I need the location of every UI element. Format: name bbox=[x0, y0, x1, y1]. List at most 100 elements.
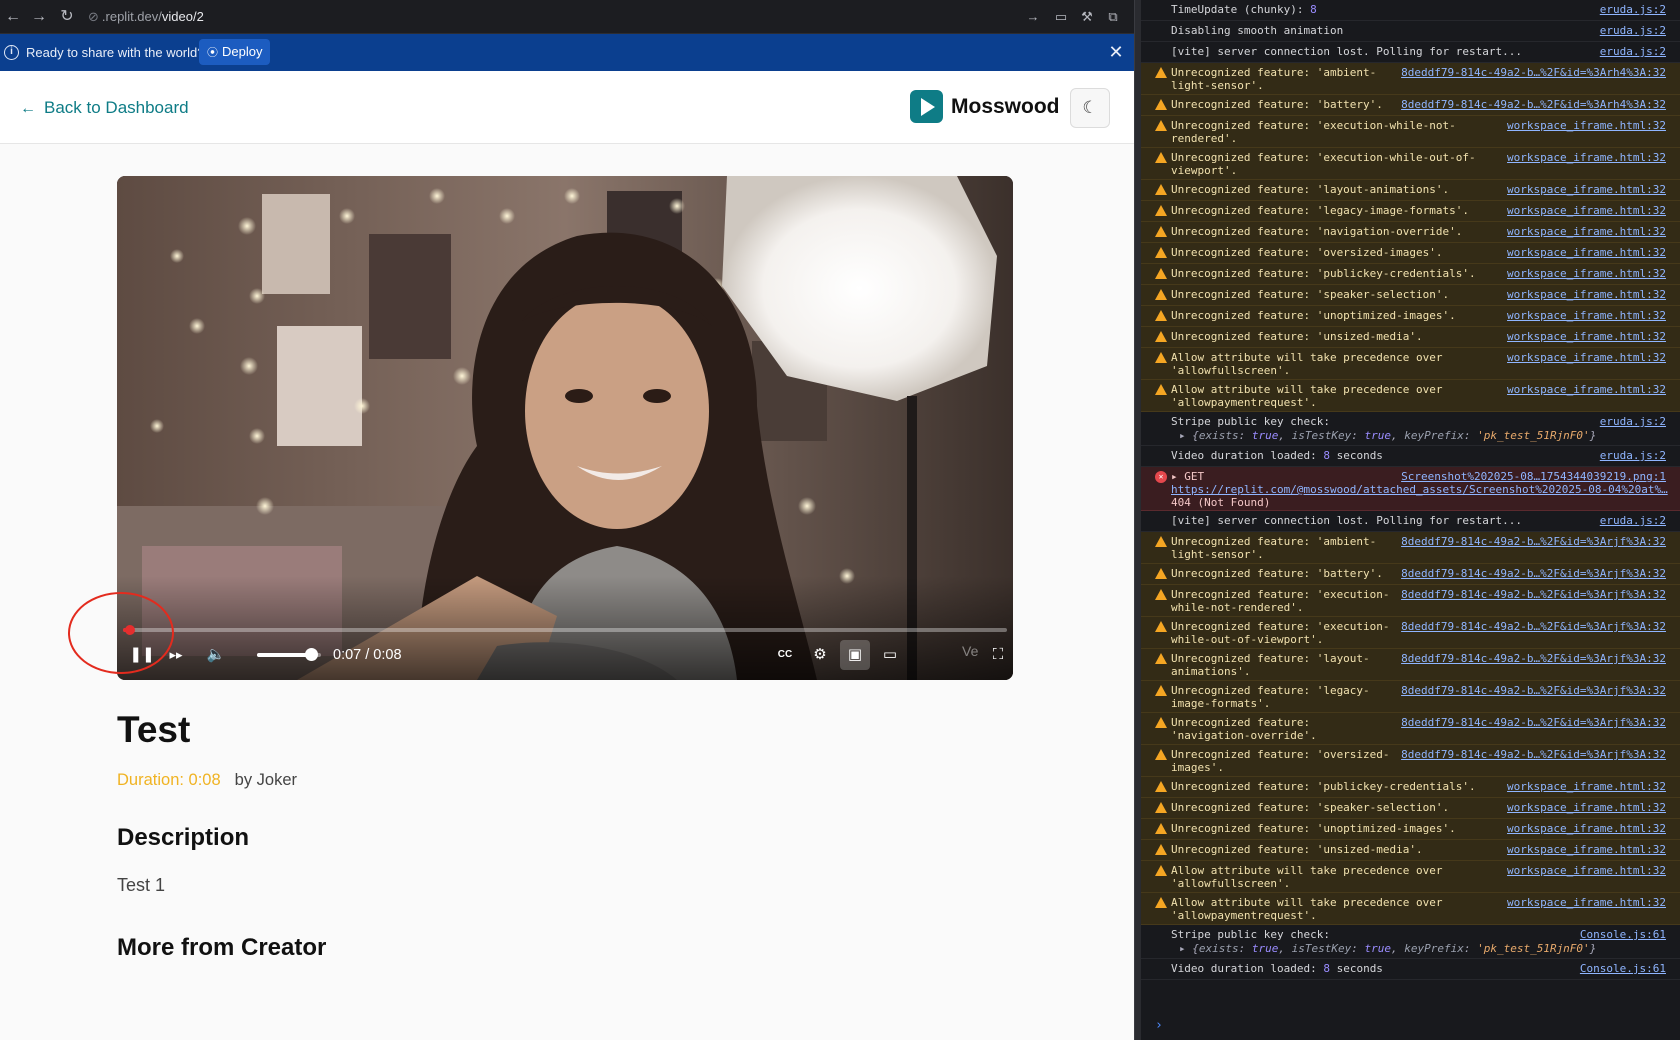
progress-scrubber[interactable] bbox=[125, 625, 136, 635]
console-source-link[interactable]: workspace_iframe.html:32 bbox=[1507, 309, 1666, 322]
console-source-link[interactable]: workspace_iframe.html:32 bbox=[1507, 204, 1666, 217]
console-source-link[interactable]: workspace_iframe.html:32 bbox=[1507, 119, 1666, 132]
console-message: Unrecognized feature: 'speaker-selection… bbox=[1171, 288, 1450, 301]
console-source-link[interactable]: workspace_iframe.html:32 bbox=[1507, 383, 1666, 396]
warning-icon bbox=[1155, 310, 1167, 321]
console-source-link[interactable]: eruda.js:2 bbox=[1600, 24, 1666, 37]
console-message: Allow attribute will take precedence ove… bbox=[1171, 351, 1443, 377]
console-source-link[interactable]: eruda.js:2 bbox=[1600, 45, 1666, 58]
pane-divider[interactable] bbox=[1134, 0, 1141, 1040]
console-source-link[interactable]: 8deddf79-814c-49a2-b…%2F&id=%3Arjf%3A:32 bbox=[1401, 684, 1666, 697]
console-object-punct: : bbox=[1238, 429, 1252, 442]
console-message: Disabling smooth animation bbox=[1171, 24, 1344, 37]
theater-mode-icon[interactable]: ▭ bbox=[875, 640, 905, 670]
console-row: Unrecognized feature: 'unsized-media'. wo… bbox=[1141, 840, 1680, 861]
console-object-preview[interactable]: ▸ {exists: true, isTestKey: true, keyPre… bbox=[1179, 942, 1596, 955]
video-meta: Duration: 0:08 by Joker bbox=[117, 769, 297, 791]
console-row: [vite] server connection lost. Polling f… bbox=[1141, 511, 1680, 532]
console-source-link[interactable]: Screenshot%202025-08…1754344039219.png:1 bbox=[1401, 470, 1666, 483]
console-row: ✕ ▸ GET Screenshot%202025-08…1754344039219… bbox=[1141, 467, 1680, 511]
captions-icon[interactable]: CC bbox=[770, 640, 800, 670]
browser-toolbar: ← → ↻ ⊘ .replit.dev/video/2 → ▭ ⚒ ⧉ bbox=[0, 0, 1134, 34]
creator-label[interactable]: by Joker bbox=[235, 771, 297, 789]
open-arrow-icon[interactable]: → bbox=[1020, 0, 1046, 34]
console-object-value: 'pk_test_51RjnF0' bbox=[1477, 429, 1590, 442]
console-prompt-icon[interactable]: › bbox=[1155, 1018, 1163, 1033]
console-object-preview[interactable]: ▸ {exists: true, isTestKey: true, keyPre… bbox=[1179, 429, 1596, 442]
console-source-link[interactable]: eruda.js:2 bbox=[1600, 415, 1666, 428]
console-source-link[interactable]: Console.js:61 bbox=[1580, 928, 1666, 941]
volume-slider[interactable] bbox=[257, 648, 321, 661]
reload-icon[interactable]: ↻ bbox=[54, 0, 80, 34]
console-message: Unrecognized feature: 'ambient- light-se… bbox=[1171, 535, 1377, 561]
console-row: Unrecognized feature: 'layout-animations… bbox=[1141, 180, 1680, 201]
console-source-link[interactable]: workspace_iframe.html:32 bbox=[1507, 780, 1666, 793]
deploy-button-label: Deploy bbox=[222, 44, 263, 59]
console-source-link[interactable]: workspace_iframe.html:32 bbox=[1507, 351, 1666, 364]
devices-icon[interactable]: ▭ bbox=[1048, 0, 1074, 34]
console-number: 8 bbox=[1323, 962, 1330, 975]
console-source-link[interactable]: workspace_iframe.html:32 bbox=[1507, 288, 1666, 301]
console-row: Unrecognized feature: 'layout- animation… bbox=[1141, 649, 1680, 681]
fullscreen-icon[interactable]: ⛶ bbox=[983, 640, 1013, 670]
console-source-link[interactable]: 8deddf79-814c-49a2-b…%2F&id=%3Arjf%3A:32 bbox=[1401, 535, 1666, 548]
wrench-icon[interactable]: ⚒ bbox=[1074, 0, 1100, 34]
warning-icon bbox=[1155, 589, 1167, 600]
moon-icon[interactable]: ☾ bbox=[1070, 88, 1110, 128]
deploy-button[interactable]: ⦿ Deploy bbox=[199, 39, 271, 65]
warning-icon bbox=[1155, 99, 1167, 110]
console-object-punct: , bbox=[1278, 429, 1292, 442]
console-source-link[interactable]: workspace_iframe.html:32 bbox=[1507, 246, 1666, 259]
console-source-link[interactable]: workspace_iframe.html:32 bbox=[1507, 183, 1666, 196]
settings-gear-icon[interactable]: ⚙ bbox=[805, 640, 835, 670]
console-source-link[interactable]: workspace_iframe.html:32 bbox=[1507, 225, 1666, 238]
console-source-link[interactable]: 8deddf79-814c-49a2-b…%2F&id=%3Arjf%3A:32 bbox=[1401, 652, 1666, 665]
console-source-link[interactable]: workspace_iframe.html:32 bbox=[1507, 843, 1666, 856]
back-to-dashboard-link[interactable]: ← Back to Dashboard bbox=[20, 71, 189, 144]
console-row: Allow attribute will take precedence ove… bbox=[1141, 380, 1680, 412]
console-source-link[interactable]: workspace_iframe.html:32 bbox=[1507, 267, 1666, 280]
video-player[interactable]: ❚❚ ▸▸ 🔈 0:07 / 0:08 CC ⚙ ▣ ▭ Ve ⛶ bbox=[117, 176, 1013, 680]
warning-icon bbox=[1155, 384, 1167, 395]
console-error-url[interactable]: https://replit.com/@mosswood/attached_as… bbox=[1171, 483, 1671, 496]
console-source-link[interactable]: 8deddf79-814c-49a2-b…%2F&id=%3Arjf%3A:32 bbox=[1401, 588, 1666, 601]
console-source-link[interactable]: workspace_iframe.html:32 bbox=[1507, 864, 1666, 877]
console-message: Allow attribute will take precedence ove… bbox=[1171, 896, 1443, 922]
console-source-link[interactable]: workspace_iframe.html:32 bbox=[1507, 896, 1666, 909]
deploy-icon: ⦿ bbox=[207, 47, 218, 59]
forward-arrow-icon[interactable]: → bbox=[26, 0, 52, 34]
fast-forward-icon[interactable]: ▸▸ bbox=[161, 640, 191, 670]
play-logo-icon bbox=[910, 90, 943, 123]
console-row: Disabling smooth animation eruda.js:2 bbox=[1141, 21, 1680, 42]
warning-icon bbox=[1155, 621, 1167, 632]
console-source-link[interactable]: eruda.js:2 bbox=[1600, 3, 1666, 16]
console-source-link[interactable]: workspace_iframe.html:32 bbox=[1507, 330, 1666, 343]
picture-in-picture-icon[interactable]: ▣ bbox=[840, 640, 870, 670]
console-message: Video duration loaded: 8 seconds bbox=[1171, 962, 1383, 975]
console-source-link[interactable]: eruda.js:2 bbox=[1600, 449, 1666, 462]
console-source-link[interactable]: 8deddf79-814c-49a2-b…%2F&id=%3Arjf%3A:32 bbox=[1401, 620, 1666, 633]
console-source-link[interactable]: 8deddf79-814c-49a2-b…%2F&id=%3Arjf%3A:32 bbox=[1401, 567, 1666, 580]
address-bar[interactable]: ⊘ .replit.dev/video/2 bbox=[88, 0, 204, 34]
external-link-icon[interactable]: ⧉ bbox=[1100, 0, 1126, 34]
close-icon[interactable]: ✕ bbox=[1104, 34, 1128, 71]
warning-icon bbox=[1155, 749, 1167, 760]
console-message: Unrecognized feature: 'legacy-image-form… bbox=[1171, 204, 1470, 217]
console-source-link[interactable]: eruda.js:2 bbox=[1600, 514, 1666, 527]
back-arrow-icon[interactable]: ← bbox=[0, 0, 26, 34]
console-source-link[interactable]: 8deddf79-814c-49a2-b…%2F&id=%3Arjf%3A:32 bbox=[1401, 716, 1666, 729]
console-object-punct: , bbox=[1390, 429, 1405, 442]
console-source-link[interactable]: workspace_iframe.html:32 bbox=[1507, 822, 1666, 835]
console-source-link[interactable]: 8deddf79-814c-49a2-b…%2F&id=%3Arjf%3A:32 bbox=[1401, 748, 1666, 761]
pause-icon[interactable]: ❚❚ bbox=[127, 640, 157, 670]
console-source-link[interactable]: 8deddf79-814c-49a2-b…%2F&id=%3Arh4%3A:32 bbox=[1401, 98, 1666, 111]
console-source-link[interactable]: workspace_iframe.html:32 bbox=[1507, 151, 1666, 164]
console-source-link[interactable]: 8deddf79-814c-49a2-b…%2F&id=%3Arh4%3A:32 bbox=[1401, 66, 1666, 79]
console-source-link[interactable]: workspace_iframe.html:32 bbox=[1507, 801, 1666, 814]
console-object-punct: ▸ { bbox=[1179, 942, 1199, 955]
progress-bar[interactable] bbox=[123, 625, 1007, 635]
error-icon: ✕ bbox=[1155, 471, 1167, 483]
console-source-link[interactable]: Console.js:61 bbox=[1580, 962, 1666, 975]
volume-icon[interactable]: 🔈 bbox=[201, 640, 231, 670]
console-row: Unrecognized feature: 'navigation-overri… bbox=[1141, 713, 1680, 745]
